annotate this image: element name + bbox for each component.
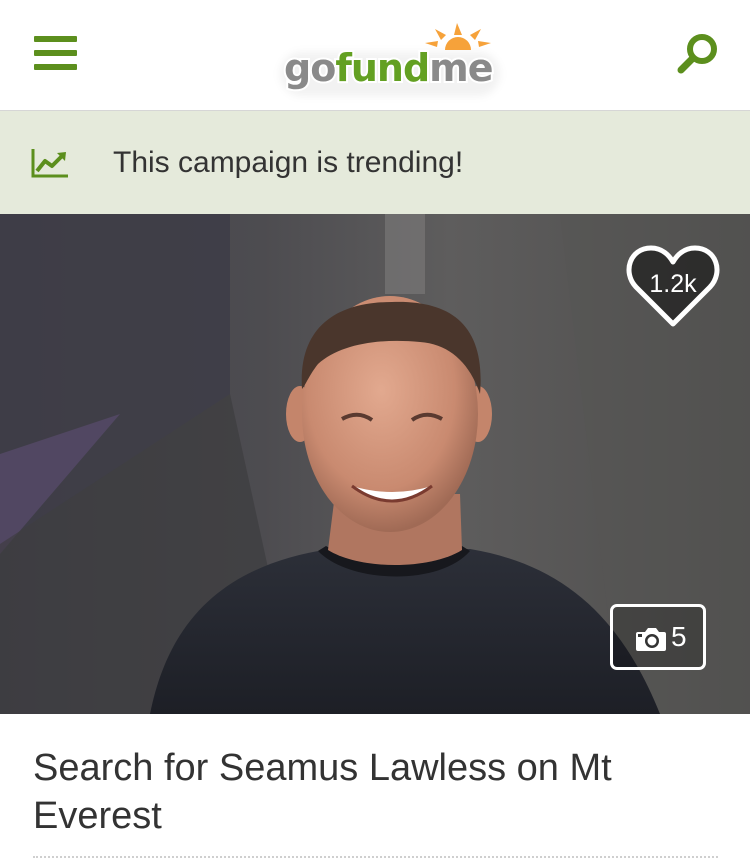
divider	[33, 856, 718, 858]
menu-icon-bar	[34, 64, 77, 70]
like-button[interactable]: 1.2k	[624, 242, 722, 330]
gofundme-logo[interactable]: gofundme	[280, 18, 510, 96]
trending-text: This campaign is trending!	[113, 146, 464, 179]
trending-banner: This campaign is trending!	[0, 111, 750, 214]
hamburger-menu-button[interactable]	[34, 36, 78, 72]
menu-icon-bar	[34, 36, 77, 42]
camera-icon	[636, 628, 666, 651]
photo-count: 5	[671, 621, 687, 652]
logo-text-me: me	[427, 44, 495, 92]
photo-gallery-button[interactable]: 5	[610, 604, 706, 670]
like-count: 1.2k	[649, 270, 697, 298]
logo-text-go: go	[282, 44, 338, 92]
campaign-title: Search for Seamus Lawless on Mt Everest	[33, 747, 612, 837]
search-button[interactable]	[672, 30, 722, 80]
trending-up-chart-icon	[31, 149, 68, 178]
top-header: gofundme	[0, 0, 750, 111]
menu-icon-bar	[34, 50, 77, 56]
search-icon	[677, 34, 717, 74]
logo-wordmark: gofundme	[282, 38, 496, 98]
campaign-photo[interactable]: 1.2k 5	[0, 214, 750, 714]
logo-text-fund: fund	[333, 44, 432, 92]
